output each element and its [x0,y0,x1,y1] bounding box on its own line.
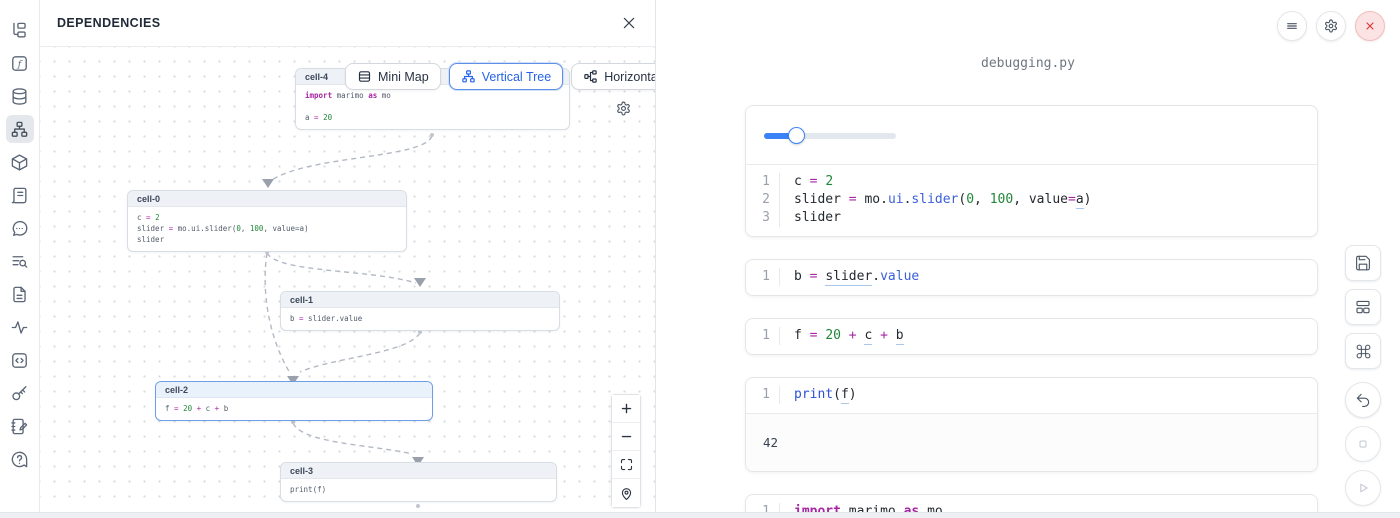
slider-widget[interactable] [764,127,896,144]
sidebar-item-file-text-icon[interactable] [6,280,34,308]
vertical-tree-icon [461,69,476,84]
graph-node-cell-1[interactable]: cell-1b = slider.value [280,291,560,331]
code-editor[interactable]: 1c = 22slider = mo.ui.slider(0, 100, val… [746,165,1317,236]
code-line[interactable]: c = 2 [780,173,833,191]
sidebar-item-file-tree-icon[interactable] [6,16,34,44]
notebook-filename[interactable]: debugging.py [656,56,1400,71]
zoom-out-button[interactable] [612,423,640,451]
left-sidebar: f [0,0,40,518]
cell-console-output: 42 [746,413,1317,471]
locate-button[interactable] [612,479,640,507]
view-toggle-vertical-tree[interactable]: Vertical Tree [449,63,563,90]
panel-title: DEPENDENCIES [57,16,160,30]
graph-view-toolbar: Mini Map Vertical Tree Horizontal Tree [345,63,655,90]
line-number: 3 [746,209,780,227]
minimap-icon [357,69,372,84]
sidebar-item-key-icon[interactable] [6,379,34,407]
line-number: 1 [746,173,780,191]
graph-node-code: c = 2slider = mo.ui.slider(0, 100, value… [128,207,406,251]
sidebar-item-code-square-icon[interactable] [6,346,34,374]
line-number: 1 [746,327,780,345]
view-toggle-horizontal-tree[interactable]: Horizontal Tree [571,63,655,90]
code-line[interactable]: slider = mo.ui.slider(0, 100, value=a) [780,191,1091,209]
notebook-cell: 1c = 22slider = mo.ui.slider(0, 100, val… [745,105,1318,237]
code-line[interactable]: print(f) [780,386,857,404]
dependency-graph-canvas[interactable]: cell-4import marimo as mo a = 20cell-0c … [40,47,655,509]
code-line[interactable]: f = 20 + c + b [780,327,904,345]
graph-node-title: cell-0 [128,191,406,207]
cell-column: 1c = 22slider = mo.ui.slider(0, 100, val… [745,105,1318,518]
graph-node-cell-0[interactable]: cell-0c = 2slider = mo.ui.slider(0, 100,… [127,190,407,252]
app-window: f DEPENDENCIES [0,0,1400,518]
view-toggle-minimap[interactable]: Mini Map [345,63,441,90]
graph-node-code: print(f) [281,479,556,501]
line-number: 1 [746,386,780,404]
dependencies-header: DEPENDENCIES [40,0,655,47]
layout-button[interactable] [1345,289,1381,325]
code-editor[interactable]: 1b = slider.value [746,260,1317,295]
graph-node-cell-3[interactable]: cell-3print(f) [280,462,557,502]
sidebar-item-package-icon[interactable] [6,148,34,176]
stop-button [1345,426,1381,462]
menu-button[interactable] [1277,11,1307,41]
sidebar-item-scroll-icon[interactable] [6,181,34,209]
shutdown-button[interactable] [1355,11,1385,41]
slider-thumb[interactable] [788,127,805,144]
settings-button[interactable] [1316,11,1346,41]
notebook-cell: 1f = 20 + c + b [745,318,1318,355]
zoom-in-button[interactable] [612,395,640,423]
horizontal-tree-icon [583,69,598,84]
sidebar-item-help-circle-icon[interactable] [6,445,34,473]
line-number: 1 [746,268,780,286]
notebook-cell: 1print(f)42 [745,377,1318,472]
notebook-cell: 1b = slider.value [745,259,1318,296]
line-number: 2 [746,191,780,209]
graph-node-title: cell-1 [281,292,559,308]
sidebar-item-list-search-icon[interactable] [6,247,34,275]
graph-settings-gear-icon[interactable] [615,100,632,120]
command-button[interactable] [1345,333,1381,369]
fit-view-button[interactable] [612,451,640,479]
cell-output-widget [746,106,1317,164]
graph-node-cell-2[interactable]: cell-2f = 20 + c + b [155,381,433,421]
code-line[interactable]: slider [780,209,841,227]
notebook-panel: debugging.py 1c = 22slider = mo.ui.slide… [656,0,1400,518]
graph-node-code: b = slider.value [281,308,559,330]
code-editor[interactable]: 1f = 20 + c + b [746,319,1317,354]
sidebar-item-function-square-icon[interactable]: f [6,49,34,77]
code-editor[interactable]: 1print(f) [746,378,1317,413]
sidebar-item-dependency-graph-icon[interactable] [6,115,34,143]
zoom-controls [611,394,641,508]
graph-node-title: cell-2 [156,382,432,398]
save-button[interactable] [1345,245,1381,281]
sidebar-item-activity-icon[interactable] [6,313,34,341]
graph-node-code: f = 20 + c + b [156,398,432,420]
bottom-scroll-strip[interactable] [0,512,1400,518]
undo-button[interactable] [1345,382,1381,418]
notebook-header-buttons [1277,11,1385,41]
sidebar-item-notebook-pen-icon[interactable] [6,412,34,440]
graph-node-title: cell-3 [281,463,556,479]
code-line[interactable]: b = slider.value [780,268,919,286]
graph-node-code: import marimo as mo a = 20 [296,85,569,129]
run-button [1345,470,1381,506]
floating-action-buttons [1345,245,1381,514]
svg-text:f: f [17,58,23,69]
dependencies-panel: DEPENDENCIES [40,0,656,518]
sidebar-item-chat-icon[interactable] [6,214,34,242]
close-icon[interactable] [621,15,637,31]
sidebar-item-database-icon[interactable] [6,82,34,110]
